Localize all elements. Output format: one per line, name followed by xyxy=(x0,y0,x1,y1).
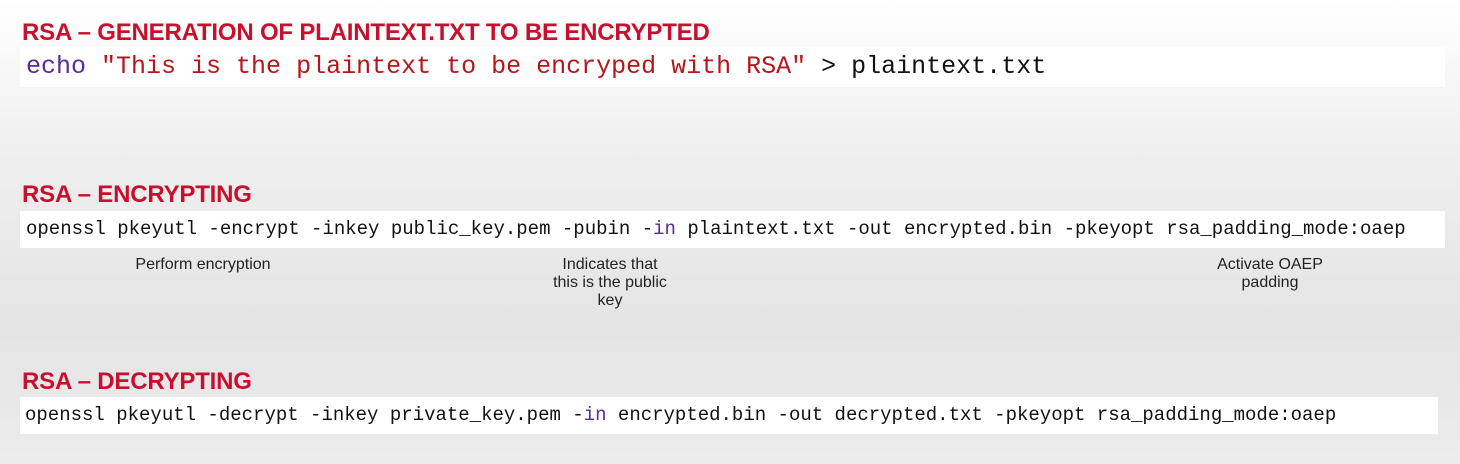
code-block-encrypting[interactable]: openssl pkeyutl -encrypt -inkey public_k… xyxy=(20,211,1445,248)
section-heading-decrypting: RSA – DECRYPTING xyxy=(22,368,252,395)
code-text: plaintext.txt -out encrypted.bin -pkeyop… xyxy=(675,218,1406,240)
code-block-decrypting[interactable]: openssl pkeyutl -decrypt -inkey private_… xyxy=(20,397,1438,434)
code-keyword: in xyxy=(583,404,607,426)
code-keyword: in xyxy=(653,218,676,240)
code-text: openssl pkeyutl -decrypt -inkey private_… xyxy=(25,404,584,426)
code-keyword: echo xyxy=(26,52,87,81)
annotation-public-key: Indicates that this is the public key xyxy=(553,256,667,309)
code-text: openssl pkeyutl -encrypt -inkey public_k… xyxy=(26,218,654,240)
code-text: encrypted.bin -out decrypted.txt -pkeyop… xyxy=(606,404,1337,426)
code-string: "This is the plaintext to be encryped wi… xyxy=(101,52,807,81)
annotation-oaep-padding: Activate OAEP padding xyxy=(1217,256,1323,291)
annotation-perform-encryption: Perform encryption xyxy=(135,256,271,273)
code-block-generation[interactable]: echo "This is the plaintext to be encryp… xyxy=(20,47,1445,87)
section-heading-generation: RSA – GENERATION OF PLAINTEXT.TXT TO BE … xyxy=(22,19,710,46)
section-heading-encrypting: RSA – ENCRYPTING xyxy=(22,181,252,208)
code-redirect: > plaintext.txt xyxy=(806,52,1047,81)
